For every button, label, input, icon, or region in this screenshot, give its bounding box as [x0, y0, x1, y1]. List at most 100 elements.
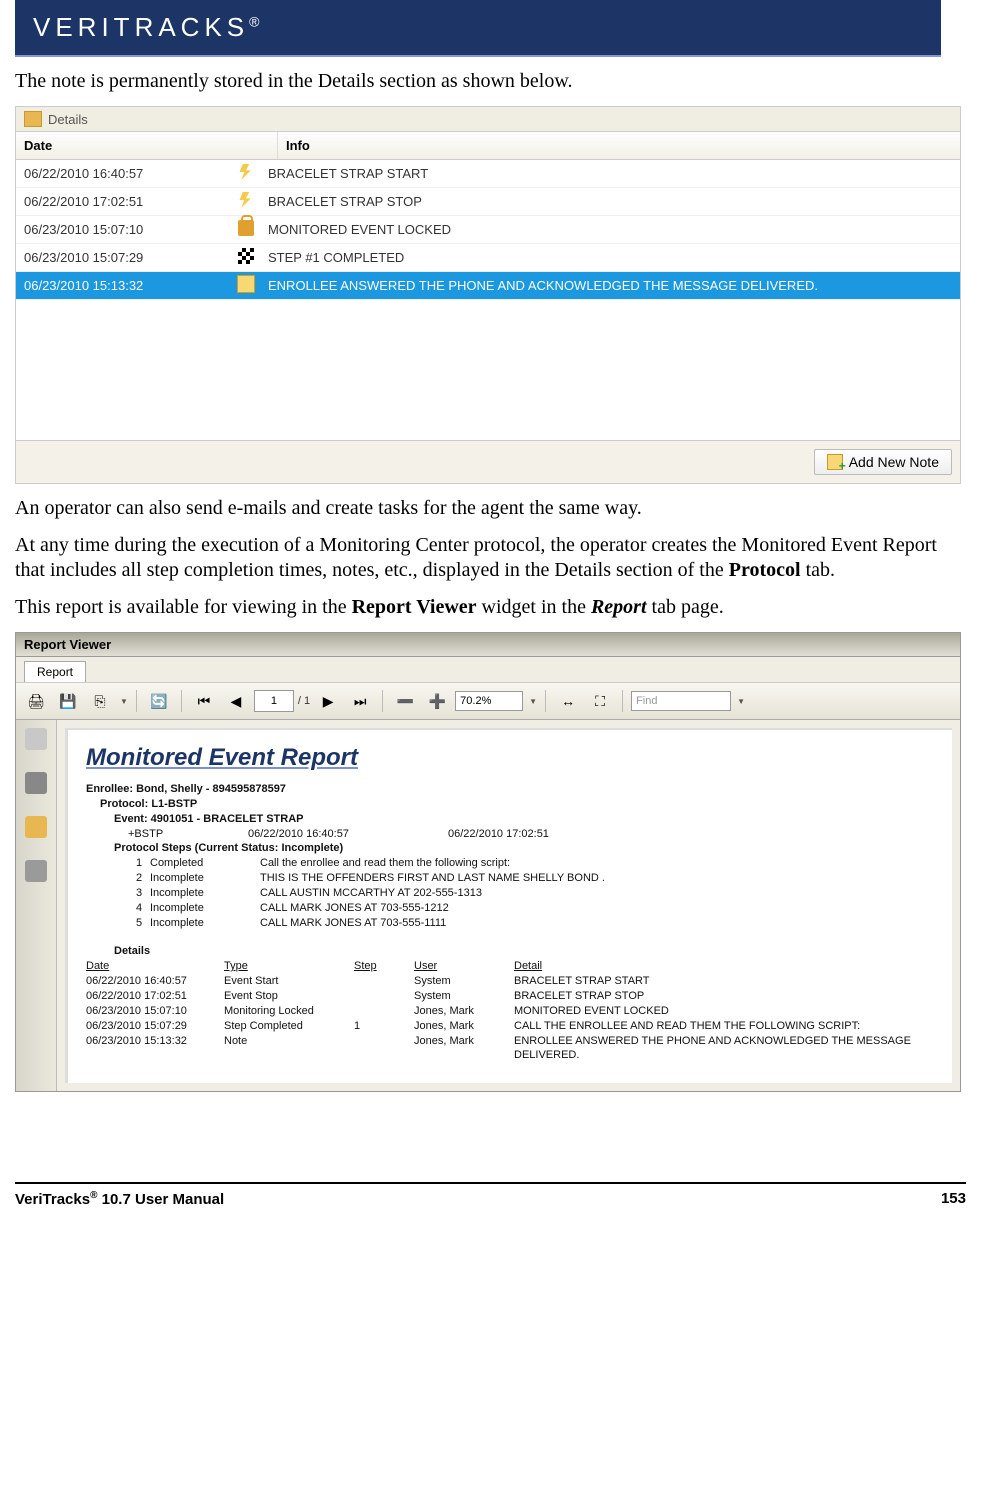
d-user: Jones, Mark: [414, 1034, 514, 1064]
dcol-detail: Detail: [514, 959, 934, 974]
steps-list: 1CompletedCall the enrollee and read the…: [128, 856, 934, 930]
page-total-label: / 1: [298, 695, 310, 707]
details-panel-title: Details: [16, 107, 960, 132]
d-detail: CALL THE ENROLLEE AND READ THEM THE FOLL…: [514, 1019, 934, 1034]
refresh-icon[interactable]: 🔄: [145, 687, 173, 715]
step-status: Completed: [150, 856, 260, 871]
detail-row: 06/23/2010 15:07:10Monitoring LockedJone…: [86, 1004, 934, 1019]
step-number: 3: [128, 886, 150, 901]
event-line: Event: 4901051 - BRACELET STRAP: [114, 812, 934, 827]
logo-text: VERITRACKS®: [33, 12, 259, 43]
step-row: 5IncompleteCALL MARK JONES AT 703-555-11…: [128, 916, 934, 931]
prev-page-icon[interactable]: ◀: [222, 687, 250, 715]
d-detail: BRACELET STRAP STOP: [514, 989, 934, 1004]
step-desc: CALL AUSTIN MCCARTHY AT 202-555-1313: [260, 886, 934, 901]
cell-date: 06/23/2010 15:07:10: [16, 216, 232, 243]
d-type: Event Start: [224, 974, 354, 989]
zoom-select[interactable]: 70.2%: [455, 691, 523, 711]
table-row[interactable]: 06/23/2010 15:07:29STEP #1 COMPLETED: [16, 244, 960, 272]
report-content: Monitored Event Report Enrollee: Bond, S…: [16, 720, 960, 1091]
last-page-icon[interactable]: ⏭: [346, 687, 374, 715]
bookmarks-icon[interactable]: [25, 772, 47, 794]
step-number: 2: [128, 871, 150, 886]
d-date: 06/23/2010 15:07:29: [86, 1019, 224, 1034]
details-table-header: Date Type Step User Detail: [86, 959, 934, 974]
enrollee-line: Enrollee: Bond, Shelly - 894595878597: [86, 782, 934, 797]
page-footer: VeriTracks® 10.7 User Manual 153: [15, 1182, 966, 1228]
note-icon: [237, 275, 255, 293]
row-icon: [232, 275, 260, 296]
d-user: Jones, Mark: [414, 1004, 514, 1019]
details-table-body: 06/22/2010 16:40:57Event StartSystemBRAC…: [86, 974, 934, 1063]
cell-info: ENROLLEE ANSWERED THE PHONE AND ACKNOWLE…: [260, 272, 960, 299]
find-dropdown-icon[interactable]: ▼: [737, 697, 745, 706]
details-title-text: Details: [48, 112, 88, 127]
report-viewer-titlebar: Report Viewer: [16, 633, 960, 657]
d-type: Monitoring Locked: [224, 1004, 354, 1019]
fit-width-icon[interactable]: ↔: [554, 687, 582, 715]
d-detail: BRACELET STRAP START: [514, 974, 934, 989]
step-desc: CALL MARK JONES AT 703-555-1212: [260, 901, 934, 916]
step-row: 4IncompleteCALL MARK JONES AT 703-555-12…: [128, 901, 934, 916]
table-row[interactable]: 06/23/2010 15:07:10MONITORED EVENT LOCKE…: [16, 216, 960, 244]
page-number-input[interactable]: [254, 690, 294, 712]
table-row[interactable]: 06/22/2010 17:02:51BRACELET STRAP STOP: [16, 188, 960, 216]
fit-page-icon[interactable]: ⛶: [586, 687, 614, 715]
row-icon: [232, 220, 260, 239]
export-icon[interactable]: ⎘: [86, 687, 114, 715]
row-icon: [232, 164, 260, 183]
paragraph-1: The note is permanently stored in the De…: [15, 69, 961, 94]
zoom-in-icon[interactable]: ➕: [423, 687, 451, 715]
d-detail: MONITORED EVENT LOCKED: [514, 1004, 934, 1019]
paragraph-4: This report is available for viewing in …: [15, 595, 961, 620]
footer-page-number: 153: [941, 1190, 966, 1208]
step-status: Incomplete: [150, 916, 260, 931]
col-date-header[interactable]: Date: [16, 132, 278, 159]
step-desc: Call the enrollee and read them the foll…: [260, 856, 934, 871]
tab-report[interactable]: Report: [24, 661, 86, 682]
step-status: Incomplete: [150, 886, 260, 901]
d-user: System: [414, 974, 514, 989]
report-toolbar: 🖨 💾 ⎘ ▼ 🔄 ⏮ ◀ / 1 ▶ ⏭ ➖ ➕ 70.2% ▼ ↔ ⛶ Find…: [16, 682, 960, 720]
d-date: 06/23/2010 15:13:32: [86, 1034, 224, 1064]
d-type: Event Stop: [224, 989, 354, 1004]
cell-date: 06/22/2010 17:02:51: [16, 188, 232, 215]
details-footer: Add New Note: [16, 440, 960, 483]
export-dropdown-icon[interactable]: ▼: [120, 697, 128, 706]
dcol-user: User: [414, 959, 514, 974]
col-info-header[interactable]: Info: [278, 132, 960, 159]
d-type: Note: [224, 1034, 354, 1064]
step-status: Incomplete: [150, 901, 260, 916]
report-page: Monitored Event Report Enrollee: Bond, S…: [65, 728, 952, 1083]
cell-info: BRACELET STRAP START: [260, 160, 960, 187]
attachments-icon[interactable]: [25, 860, 47, 882]
next-page-icon[interactable]: ▶: [314, 687, 342, 715]
zoom-out-icon[interactable]: ➖: [391, 687, 419, 715]
paragraph-3: At any time during the execution of a Mo…: [15, 533, 961, 583]
first-page-icon[interactable]: ⏮: [190, 687, 218, 715]
d-date: 06/22/2010 17:02:51: [86, 989, 224, 1004]
add-new-note-button[interactable]: Add New Note: [814, 449, 952, 475]
report-heading: Monitored Event Report: [86, 744, 934, 772]
d-step: [354, 974, 414, 989]
step-status: Incomplete: [150, 871, 260, 886]
step-row: 2IncompleteTHIS IS THE OFFENDERS FIRST A…: [128, 871, 934, 886]
zoom-dropdown-icon[interactable]: ▼: [529, 697, 537, 706]
separator: [181, 690, 182, 712]
detail-row: 06/22/2010 16:40:57Event StartSystemBRAC…: [86, 974, 934, 989]
d-type: Step Completed: [224, 1019, 354, 1034]
find-input[interactable]: Find: [631, 691, 731, 711]
notes-icon[interactable]: [25, 816, 47, 838]
dcol-type: Type: [224, 959, 354, 974]
cell-info: STEP #1 COMPLETED: [260, 244, 960, 271]
print-icon[interactable]: 🖨: [22, 687, 50, 715]
table-row[interactable]: 06/22/2010 16:40:57 BRACELET STRAP START: [16, 160, 960, 188]
table-row[interactable]: 06/23/2010 15:13:32ENROLLEE ANSWERED THE…: [16, 272, 960, 300]
cell-date: 06/22/2010 16:40:57: [16, 160, 232, 187]
separator: [622, 690, 623, 712]
row-icon: [232, 192, 260, 211]
save-icon[interactable]: 💾: [54, 687, 82, 715]
report-viewer-panel: Report Viewer Report 🖨 💾 ⎘ ▼ 🔄 ⏮ ◀ / 1 ▶ …: [15, 632, 961, 1092]
thumbnails-icon[interactable]: [25, 728, 47, 750]
d-step: 1: [354, 1019, 414, 1034]
